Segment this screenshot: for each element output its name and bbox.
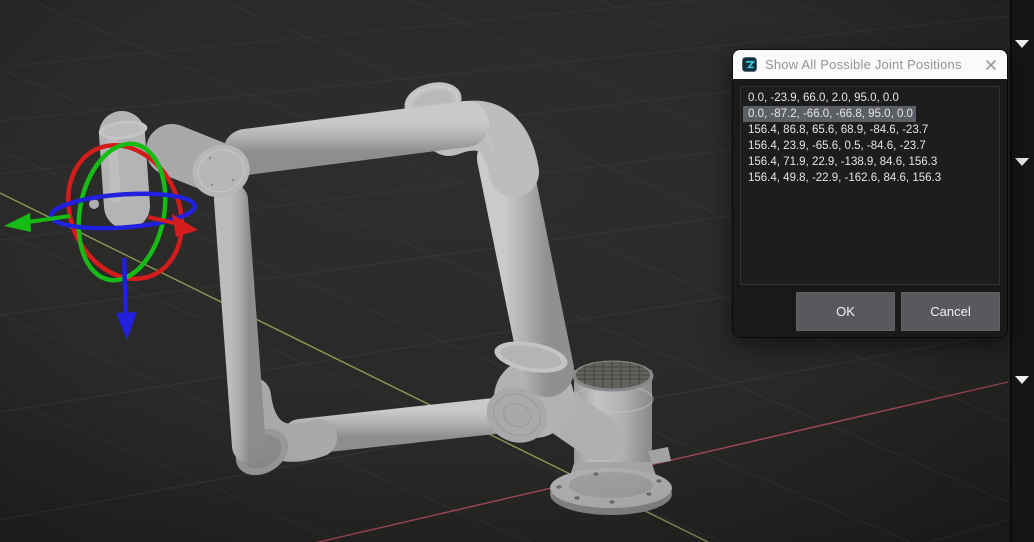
- right-panel-rail: [1010, 0, 1034, 542]
- chevron-down-icon[interactable]: [1015, 376, 1029, 384]
- gizmo-y-arrow-head[interactable]: [4, 213, 31, 232]
- dialog-body: 0.0, -23.9, 66.0, 2.0, 95.0, 0.00.0, -87…: [733, 79, 1007, 337]
- dialog-title: Show All Possible Joint Positions: [765, 57, 984, 72]
- ok-button[interactable]: OK: [796, 292, 895, 331]
- gizmo-z-arrow-shaft[interactable]: [124, 258, 126, 316]
- robodk-window: Show All Possible Joint Positions 0.0, -…: [0, 0, 1034, 542]
- joint-position-row[interactable]: 156.4, 71.9, 22.9, -138.9, 84.6, 156.3: [743, 154, 997, 170]
- base-flange-step: [569, 472, 653, 498]
- joint-positions-list: 0.0, -23.9, 66.0, 2.0, 95.0, 0.00.0, -87…: [740, 86, 1000, 285]
- wrist-screw: [211, 184, 213, 186]
- gizmo-z-arrow-head[interactable]: [116, 312, 137, 340]
- joint-position-row[interactable]: 156.4, 86.8, 65.6, 68.9, -84.6, -23.7: [743, 122, 997, 138]
- robodk-logo-icon: [742, 57, 757, 72]
- joint-position-row[interactable]: 156.4, 23.9, -65.6, 0.5, -84.6, -23.7: [743, 138, 997, 154]
- wrist-screw: [209, 157, 211, 159]
- cancel-button[interactable]: Cancel: [901, 292, 1000, 331]
- robot-left-link[interactable]: [231, 200, 249, 446]
- joint-position-row[interactable]: 0.0, -23.9, 66.0, 2.0, 95.0, 0.0: [743, 90, 997, 106]
- dialog-button-row: OK Cancel: [740, 292, 1000, 331]
- chevron-down-icon[interactable]: [1015, 158, 1029, 166]
- wrist-screw: [232, 179, 234, 181]
- dialog-titlebar[interactable]: Show All Possible Joint Positions: [733, 50, 1007, 79]
- close-icon[interactable]: [984, 58, 998, 72]
- joint-position-row[interactable]: 156.4, 49.8, -22.9, -162.6, 84.6, 156.3: [743, 170, 997, 186]
- joint-positions-dialog: Show All Possible Joint Positions 0.0, -…: [733, 50, 1007, 337]
- robot-top-link[interactable]: [246, 124, 466, 152]
- joint-position-row[interactable]: 0.0, -87.2, -66.0, -66.8, 95.0, 0.0: [743, 106, 916, 122]
- chevron-down-icon[interactable]: [1015, 40, 1029, 48]
